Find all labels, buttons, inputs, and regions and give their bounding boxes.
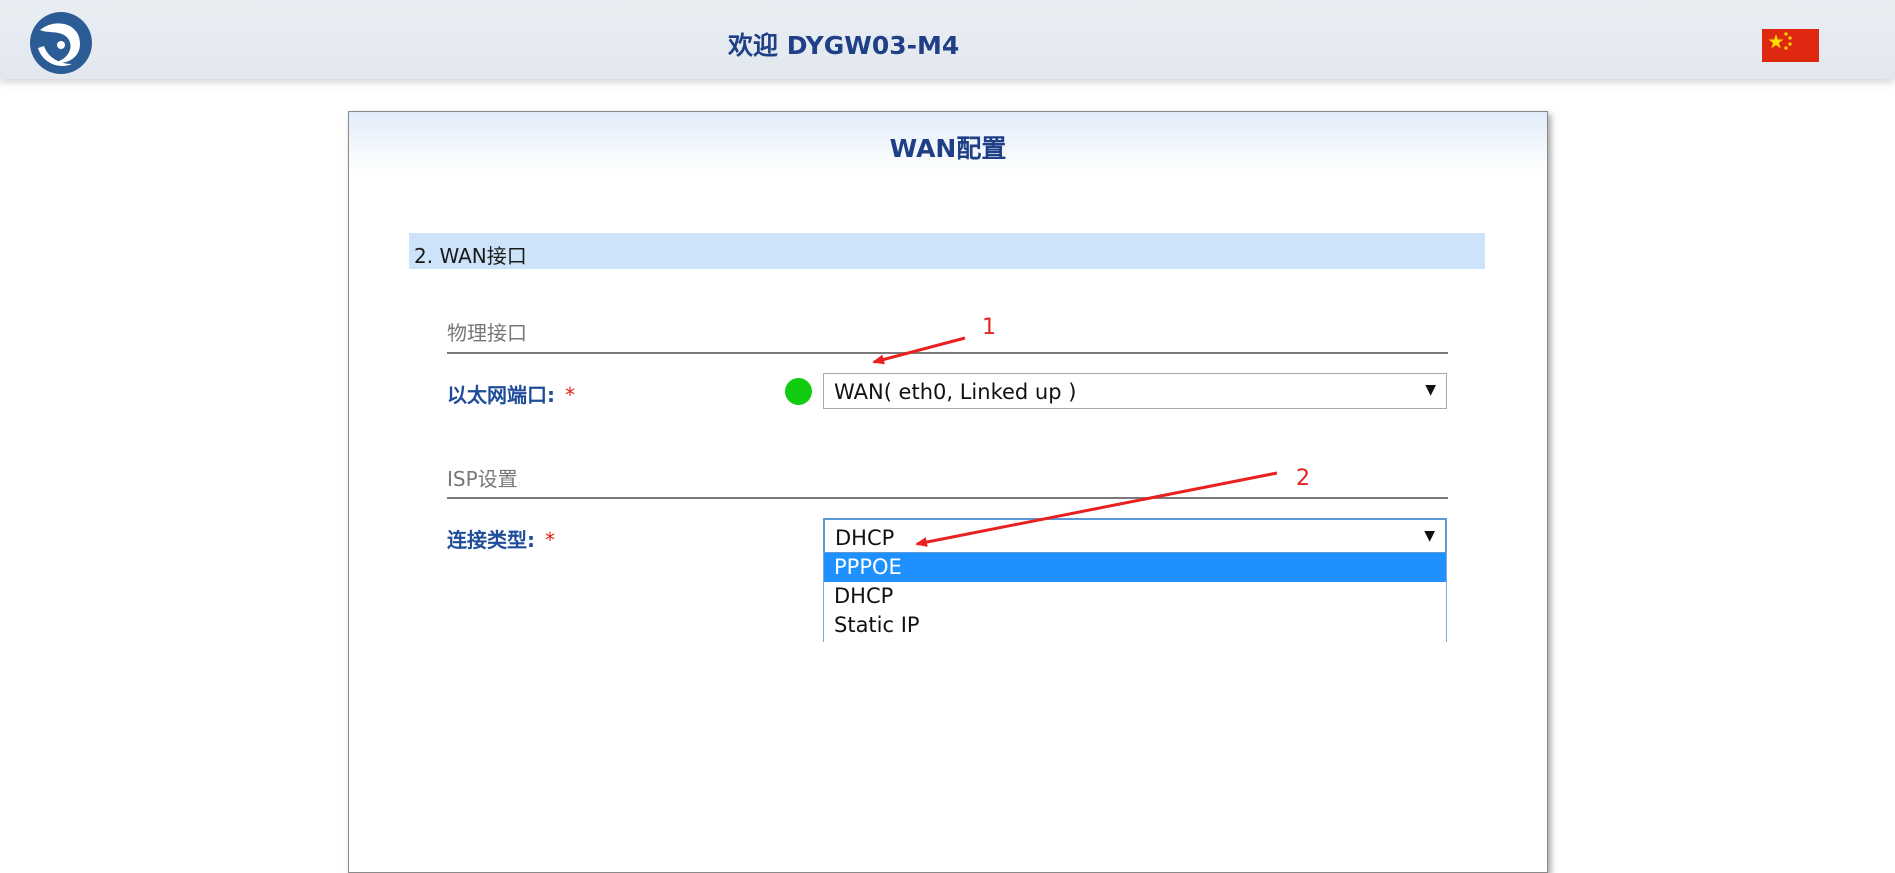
annotation-label-2: 2 [1296,466,1310,491]
link-status-indicator [785,378,812,405]
required-mark: * [545,528,555,552]
connection-type-dropdown: PPPOE DHCP Static IP [823,553,1447,642]
section-bar: 2. WAN接口 [409,233,1485,269]
annotation-label-1: 1 [982,315,996,340]
top-header: 欢迎 DYGW03-M4 [0,0,1895,79]
china-flag-icon[interactable] [1762,29,1819,62]
wan-config-panel: WAN配置 2. WAN接口 物理接口 以太网端口: * WAN( eth0, L… [348,111,1548,873]
welcome-title: 欢迎 DYGW03-M4 [728,31,960,60]
connection-type-value: DHCP [835,526,895,550]
connection-type-label: 连接类型: * [447,524,555,553]
connection-type-label-text: 连接类型: [447,528,535,552]
isp-group-title: ISP设置 [447,467,518,491]
section-title: 2. WAN接口 [414,244,527,268]
option-static-ip[interactable]: Static IP [824,611,1446,640]
physical-group-title: 物理接口 [447,321,527,345]
chevron-down-icon: ▼ [1425,382,1436,398]
ethernet-port-select[interactable]: WAN( eth0, Linked up ) ▼ [823,373,1447,409]
physical-group-divider [447,352,1448,354]
panel-header: WAN配置 [349,112,1547,172]
option-dhcp[interactable]: DHCP [824,582,1446,611]
chevron-down-icon: ▼ [1424,528,1435,544]
swirl-logo-icon [30,12,92,74]
isp-group-divider [447,497,1448,499]
ethernet-port-value: WAN( eth0, Linked up ) [834,380,1077,404]
ethernet-port-label-text: 以太网端口: [447,383,555,407]
ethernet-port-label: 以太网端口: * [447,379,575,408]
panel-title: WAN配置 [889,134,1007,163]
option-pppoe[interactable]: PPPOE [824,553,1446,582]
required-mark: * [565,383,575,407]
connection-type-select[interactable]: DHCP ▼ [823,518,1447,554]
